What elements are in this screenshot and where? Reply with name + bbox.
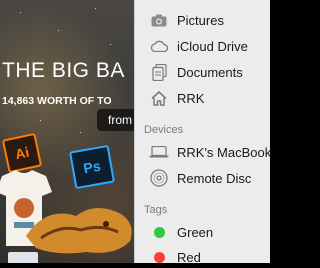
camera-icon: [149, 11, 169, 29]
star: [40, 120, 41, 121]
sidebar-item-label: iCloud Drive: [177, 38, 248, 54]
laptop-icon: [149, 143, 169, 161]
sidebar-item-icloud-drive[interactable]: iCloud Drive: [135, 35, 271, 57]
sidebar-item-documents[interactable]: Documents: [135, 61, 271, 83]
devices-heading: Devices: [144, 124, 184, 136]
star: [80, 132, 81, 133]
photoshop-icon: Ps: [69, 144, 115, 190]
banner-headline: THE BIG BA: [2, 59, 125, 82]
sidebar-item-tag-green[interactable]: Green: [135, 221, 271, 243]
sidebar-item-label: RRK's MacBook: [177, 144, 272, 160]
star: [110, 44, 111, 45]
star: [95, 8, 96, 9]
sidebar-item-label: Green: [177, 224, 214, 240]
sidebar-item-label: Pictures: [177, 12, 224, 28]
from-button[interactable]: from: [97, 109, 134, 131]
sidebar-item-macbook[interactable]: RRK's MacBook: [135, 141, 271, 163]
lion-illustration: [26, 207, 132, 254]
cloud-icon: [149, 37, 169, 55]
banner-subline: 14,863 WORTH OF TO: [2, 95, 112, 107]
document-icon: [149, 63, 169, 81]
tags-heading: Tags: [144, 204, 168, 216]
star: [58, 30, 59, 31]
finder-sidebar: Pictures iCloud Drive Documents RRK Devi…: [134, 0, 271, 265]
sidebar-item-pictures[interactable]: Pictures: [135, 9, 271, 31]
website-banner: THE BIG BA 14,863 WORTH OF TO from Ai Ps: [0, 0, 134, 263]
sidebar-item-label: Red: [177, 249, 201, 265]
product-box: [8, 252, 38, 263]
red-tag-dot-icon: [149, 248, 169, 266]
home-icon: [149, 89, 169, 107]
sidebar-item-label: RRK: [177, 90, 205, 106]
disc-icon: [149, 169, 169, 187]
sidebar-item-label: Documents: [177, 64, 243, 80]
sidebar-item-rrk[interactable]: RRK: [135, 87, 271, 109]
star: [20, 12, 21, 13]
sidebar-item-tag-red[interactable]: Red: [135, 246, 271, 268]
green-tag-dot-icon: [149, 223, 169, 241]
sidebar-item-remote-disc[interactable]: Remote Disc: [135, 167, 271, 189]
sidebar-item-label: Remote Disc: [177, 170, 252, 186]
